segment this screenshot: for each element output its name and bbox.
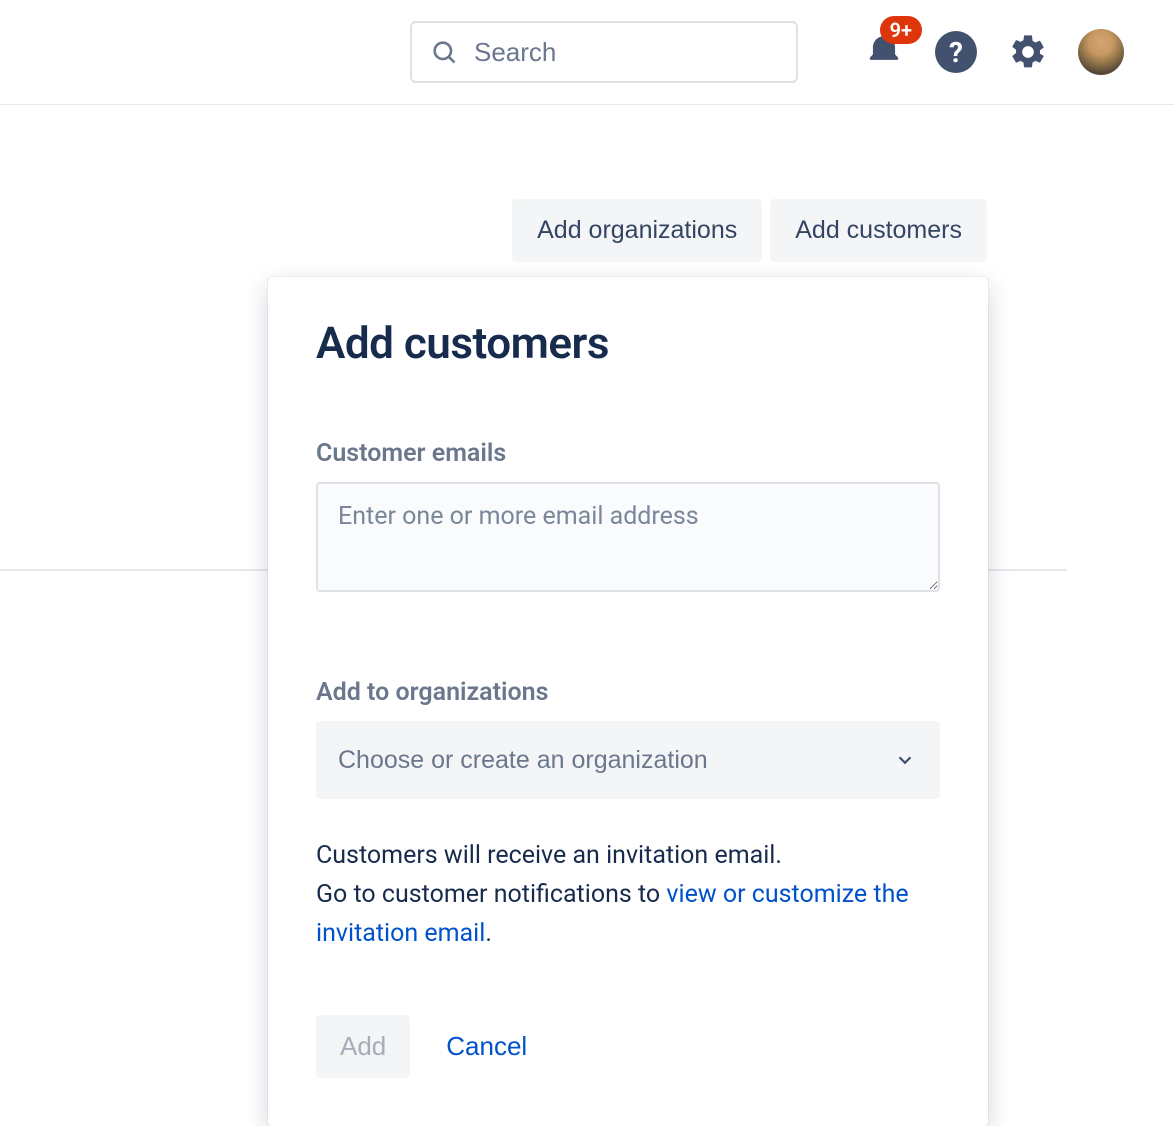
customer-emails-label: Customer emails bbox=[316, 439, 940, 468]
search-wrapper bbox=[410, 21, 798, 83]
gear-icon bbox=[1008, 32, 1048, 72]
info-line2-prefix: Go to customer notifications to bbox=[316, 880, 666, 909]
dialog-title: Add customers bbox=[316, 317, 940, 369]
top-header: 9+ ? bbox=[0, 0, 1174, 105]
add-customers-button[interactable]: Add customers bbox=[770, 199, 987, 262]
page-body: Add organizations Add customers Add cust… bbox=[0, 105, 1174, 1088]
organization-select[interactable]: Choose or create an organization bbox=[316, 721, 940, 799]
notification-badge: 9+ bbox=[880, 16, 922, 44]
add-customers-dialog: Add customers Customer emails Add to org… bbox=[268, 277, 988, 1126]
organization-select-placeholder: Choose or create an organization bbox=[338, 746, 708, 775]
add-organizations-button[interactable]: Add organizations bbox=[512, 199, 762, 262]
invitation-info-text: Customers will receive an invitation ema… bbox=[316, 837, 940, 953]
page-actions: Add organizations Add customers bbox=[512, 199, 987, 262]
avatar[interactable] bbox=[1078, 29, 1124, 75]
notifications-button[interactable]: 9+ bbox=[862, 30, 906, 74]
help-button[interactable]: ? bbox=[934, 30, 978, 74]
cancel-button[interactable]: Cancel bbox=[446, 1031, 527, 1062]
dialog-actions: Add Cancel bbox=[316, 1015, 940, 1078]
settings-button[interactable] bbox=[1006, 30, 1050, 74]
question-icon: ? bbox=[935, 31, 977, 73]
add-button[interactable]: Add bbox=[316, 1015, 410, 1078]
info-line1: Customers will receive an invitation ema… bbox=[316, 841, 782, 870]
search-icon bbox=[430, 38, 458, 66]
customer-emails-input[interactable] bbox=[316, 482, 940, 592]
search-input[interactable] bbox=[410, 21, 798, 83]
organization-select-wrapper: Choose or create an organization bbox=[316, 721, 940, 799]
add-to-organizations-label: Add to organizations bbox=[316, 678, 940, 707]
info-line2-suffix: . bbox=[485, 919, 492, 948]
